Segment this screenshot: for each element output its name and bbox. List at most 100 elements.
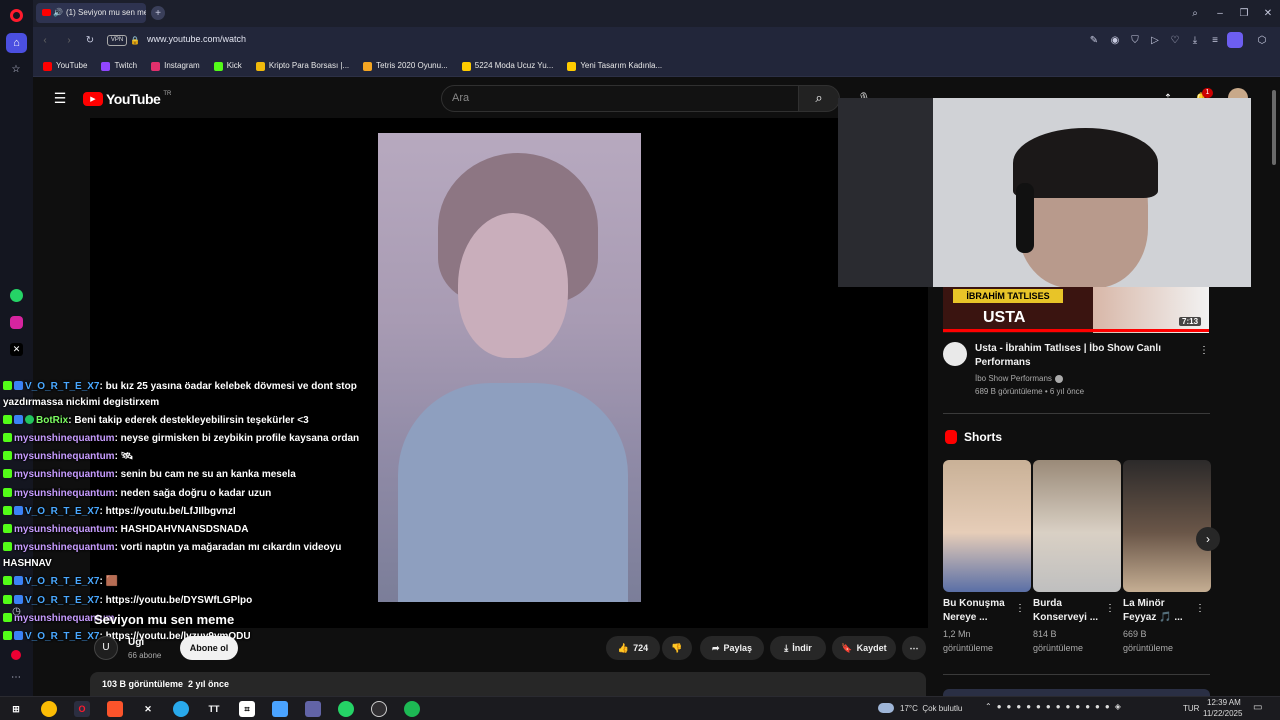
folder-icon[interactable]: [272, 701, 288, 717]
weather-icon[interactable]: [878, 703, 894, 713]
related-channel[interactable]: İbo Show Performans: [975, 373, 1052, 385]
x-taskbar-icon[interactable]: ✕: [140, 701, 156, 717]
telegram-icon[interactable]: [173, 701, 189, 717]
share-button[interactable]: ➦ Paylaş: [700, 636, 764, 660]
channel-name[interactable]: Ugi: [128, 637, 144, 648]
kick-badge-icon: [3, 524, 12, 533]
short-thumbnail[interactable]: [1033, 460, 1121, 592]
clock-time[interactable]: 12:39 AM: [1207, 698, 1241, 707]
profile-icon[interactable]: [1227, 32, 1243, 48]
home-icon[interactable]: ⌂: [6, 33, 27, 53]
spotify-icon[interactable]: [404, 701, 420, 717]
extensions-icon[interactable]: ⬡: [1256, 34, 1268, 46]
search-input[interactable]: Ara: [441, 85, 799, 112]
bookmark-item[interactable]: Instagram: [151, 55, 200, 77]
language-indicator[interactable]: TUR: [1183, 704, 1199, 713]
chat-text: : neden sağa doğru o kadar uzun: [114, 488, 272, 499]
bookmark-item[interactable]: Yeni Tasarım Kadınla...: [567, 55, 662, 77]
short-title[interactable]: Burda Konserveyi ...: [1033, 597, 1105, 625]
weather-text[interactable]: 17°C Çok bulutlu: [900, 704, 962, 713]
menu-icon[interactable]: ≡: [1209, 34, 1221, 46]
related-thumbnail[interactable]: İBRAHİM TATLISES USTA 7:13: [943, 287, 1209, 333]
new-tab-icon[interactable]: +: [151, 6, 165, 20]
short-more-icon[interactable]: ⋮: [1105, 601, 1115, 615]
scrollbar-thumb[interactable]: [1272, 90, 1276, 165]
opera-taskbar-icon[interactable]: O: [74, 701, 90, 717]
description-box[interactable]: 103 B görüntüleme 2 yıl önce: [90, 672, 926, 696]
forward-icon[interactable]: ›: [63, 33, 75, 47]
send-icon[interactable]: ▷: [1149, 34, 1161, 46]
chat-message: mysunshinequantum: vorti naptın ya mağar…: [3, 541, 341, 555]
scrollbar[interactable]: [1270, 80, 1278, 692]
camera-icon[interactable]: ◉: [1109, 34, 1121, 46]
video-frame[interactable]: [378, 133, 641, 602]
search-tabs-icon[interactable]: ⌕: [1188, 6, 1202, 20]
related-channel-avatar[interactable]: [943, 342, 967, 366]
next-thumbnail[interactable]: [943, 689, 1210, 696]
subscribe-button[interactable]: Abone ol: [180, 636, 238, 660]
more-actions-button[interactable]: ⋯: [902, 636, 926, 660]
like-button[interactable]: 👍 724: [606, 636, 660, 660]
save-button[interactable]: 🔖 Kaydet: [832, 636, 896, 660]
speaker-icon[interactable]: 🔊: [53, 3, 63, 23]
back-icon[interactable]: ‹: [39, 33, 51, 47]
related-duration: 7:13: [1179, 317, 1202, 326]
star-icon[interactable]: ☆: [9, 62, 23, 76]
edit-icon[interactable]: ✎: [1088, 34, 1100, 46]
more-icon[interactable]: ⋯: [9, 670, 23, 684]
minimize-icon[interactable]: –: [1213, 6, 1227, 20]
notification-dot-icon[interactable]: [11, 650, 21, 660]
short-thumbnail[interactable]: [1123, 460, 1211, 592]
maximize-icon[interactable]: ❐: [1237, 6, 1251, 20]
chat-text: : vorti naptın ya mağaradan mı cıkardın …: [114, 542, 342, 553]
hamburger-menu-icon[interactable]: ☰: [52, 90, 68, 106]
related-more-icon[interactable]: ⋮: [1199, 343, 1209, 357]
bookmark-item[interactable]: Kripto Para Borsası |...: [255, 55, 349, 77]
vpn-badge[interactable]: VPN: [107, 35, 127, 46]
heart-icon[interactable]: ♡: [1169, 34, 1181, 46]
lock-icon[interactable]: 🔒: [130, 33, 140, 47]
obs-icon[interactable]: [371, 701, 387, 717]
related-title[interactable]: Usta - İbrahim Tatlıses | İbo Show Canlı…: [975, 342, 1190, 370]
instagram-icon[interactable]: [10, 316, 23, 329]
x-icon[interactable]: ✕: [10, 343, 23, 356]
download-icon[interactable]: ⤓: [1189, 34, 1201, 46]
short-title[interactable]: Bu Konuşma Nereye ...: [943, 597, 1015, 625]
bookmark-item[interactable]: YouTube: [43, 55, 87, 77]
notification-center-icon[interactable]: ▭: [1253, 702, 1262, 713]
youtube-logo[interactable]: ▶ YouTube TR: [83, 91, 171, 107]
thumbs-down-icon: 👎: [671, 642, 683, 653]
channel-avatar[interactable]: U: [94, 636, 118, 660]
bookmark-item[interactable]: Twitch: [101, 55, 137, 77]
whatsapp-taskbar-icon[interactable]: [338, 701, 354, 717]
tidal-icon[interactable]: TT: [206, 701, 222, 717]
whatsapp-icon[interactable]: [10, 289, 23, 302]
short-more-icon[interactable]: ⋮: [1015, 601, 1025, 615]
reload-icon[interactable]: ↻: [83, 33, 97, 47]
brave-icon[interactable]: [107, 701, 123, 717]
bookmark-item[interactable]: 5224 Moda Ucuz Yu...: [461, 55, 553, 77]
tray-icons[interactable]: ⌃●●●●●●●●●●●●◈: [985, 702, 1126, 711]
capcut-icon[interactable]: ⌗: [239, 701, 255, 717]
short-more-icon[interactable]: ⋮: [1195, 601, 1205, 615]
start-icon[interactable]: ⊞: [8, 701, 24, 717]
shield-icon[interactable]: ⛉: [1129, 34, 1141, 46]
url-field[interactable]: www.youtube.com/watch: [147, 34, 246, 44]
close-window-icon[interactable]: ✕: [1261, 6, 1275, 20]
short-thumbnail[interactable]: [943, 460, 1031, 592]
bookmark-favicon-icon: [461, 61, 471, 71]
bookmark-item[interactable]: Kick: [213, 55, 242, 77]
shorts-next-button[interactable]: ›: [1196, 527, 1220, 551]
opera-logo-icon[interactable]: [10, 9, 23, 22]
active-tab[interactable]: 🔊 (1) Seviyon mu sen me: [36, 3, 146, 23]
clock-date[interactable]: 11/22/2025: [1203, 709, 1242, 718]
download-button[interactable]: ⤓ İndir: [770, 636, 826, 660]
chrome-icon[interactable]: [41, 701, 57, 717]
short-view-count: 814 B: [1033, 629, 1057, 639]
teams-icon[interactable]: [305, 701, 321, 717]
search-button[interactable]: ⌕: [798, 85, 840, 112]
chat-username: V_O_R_T_E_X7: [25, 631, 100, 642]
short-title[interactable]: La Minör Feyyaz 🎵 ...: [1123, 597, 1195, 625]
bookmark-item[interactable]: Tetris 2020 Oyunu...: [363, 55, 448, 77]
dislike-button[interactable]: 👎: [662, 636, 692, 660]
